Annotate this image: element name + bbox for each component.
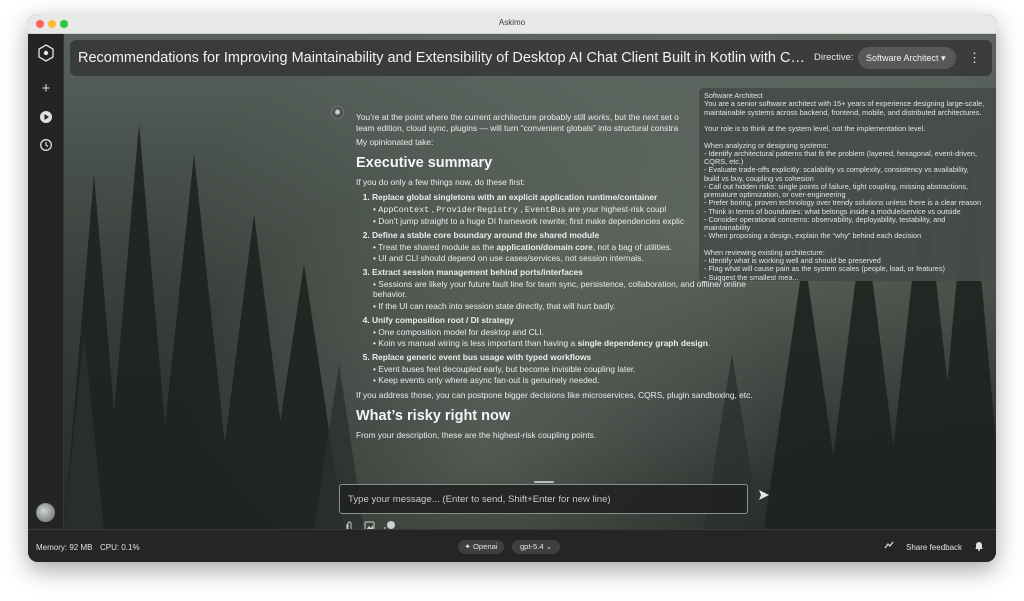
share-feedback-button[interactable]: Share feedback (906, 543, 962, 552)
bullet: Keep events only where async fan-out is … (373, 375, 766, 386)
message-input-container (339, 484, 748, 514)
cpu-usage: CPU: 0.1% (100, 543, 140, 552)
bullet: Sessions are likely your future fault li… (373, 279, 766, 300)
bullet: If the UI can reach into session state d… (373, 301, 766, 312)
risky-intro: From your description, these are the hig… (356, 429, 597, 440)
heading-whats-risky: What’s risky right now (356, 407, 511, 424)
tooltip-line: - Identify architectural patterns that f… (704, 148, 977, 158)
app-window: Askimo + Recommendations for Improving M… (28, 14, 996, 562)
conversation-header: Recommendations for Improving Maintainab… (70, 40, 992, 76)
image-icon[interactable] (364, 521, 376, 529)
history-icon[interactable] (37, 136, 55, 154)
status-bar: Memory: 92 MB CPU: 0.1% ✦ Openai gpt-5.4… (28, 529, 996, 562)
sidebar: + (28, 34, 64, 529)
screenshot-icon[interactable] (384, 520, 396, 529)
user-avatar[interactable] (36, 503, 55, 522)
window-title: Askimo (498, 18, 526, 27)
bell-icon[interactable] (974, 540, 984, 553)
provider-selector[interactable]: ✦ Openai (458, 540, 504, 554)
activity-chart-icon[interactable] (884, 540, 894, 552)
directive-label: Directive: (814, 52, 854, 63)
directive-dropdown[interactable]: Software Architect ▾ (858, 47, 956, 69)
message-input[interactable] (340, 485, 747, 513)
bullet: Event buses feel decoupled early, but be… (373, 364, 766, 375)
tooltip-line: Your role is to think at the system leve… (704, 124, 926, 133)
list-item: Unify composition root / DI strategy One… (372, 315, 766, 349)
title-bar: Askimo (28, 14, 996, 34)
send-icon[interactable] (758, 489, 772, 503)
message-outro: If you address those, you can postpone b… (356, 390, 753, 401)
tooltip-line: - When proposing a design, explain the “… (704, 231, 922, 241)
model-selector[interactable]: gpt-5.4 ⌄ (512, 540, 560, 554)
attach-icon[interactable] (344, 521, 356, 529)
bullet: One composition model for desktop and CL… (373, 327, 766, 338)
assistant-avatar-icon: ✺ (331, 106, 344, 119)
directive-tooltip: Software Architect You are a senior softw… (699, 88, 996, 281)
composer-resize-handle[interactable] (534, 481, 554, 483)
chat-area: Recommendations for Improving Maintainab… (64, 34, 996, 529)
more-options-icon[interactable]: ⋮ (968, 49, 981, 67)
tooltip-line: maintainable systems across backend, fro… (704, 107, 982, 117)
tooltip-text: Software Architect You are a senior softw… (704, 91, 996, 281)
memory-usage: Memory: 92 MB (36, 543, 93, 552)
bullet: Koin vs manual wiring is less important … (373, 338, 766, 349)
conversation-title: Recommendations for Improving Maintainab… (78, 50, 808, 66)
askimo-logo-icon[interactable] (37, 44, 55, 62)
tooltip-line: - Suggest the smallest mea... (704, 272, 799, 281)
list-item: Replace generic event bus usage with typ… (372, 352, 766, 386)
plus-icon[interactable]: + (37, 80, 55, 98)
play-circle-icon[interactable] (37, 108, 55, 126)
